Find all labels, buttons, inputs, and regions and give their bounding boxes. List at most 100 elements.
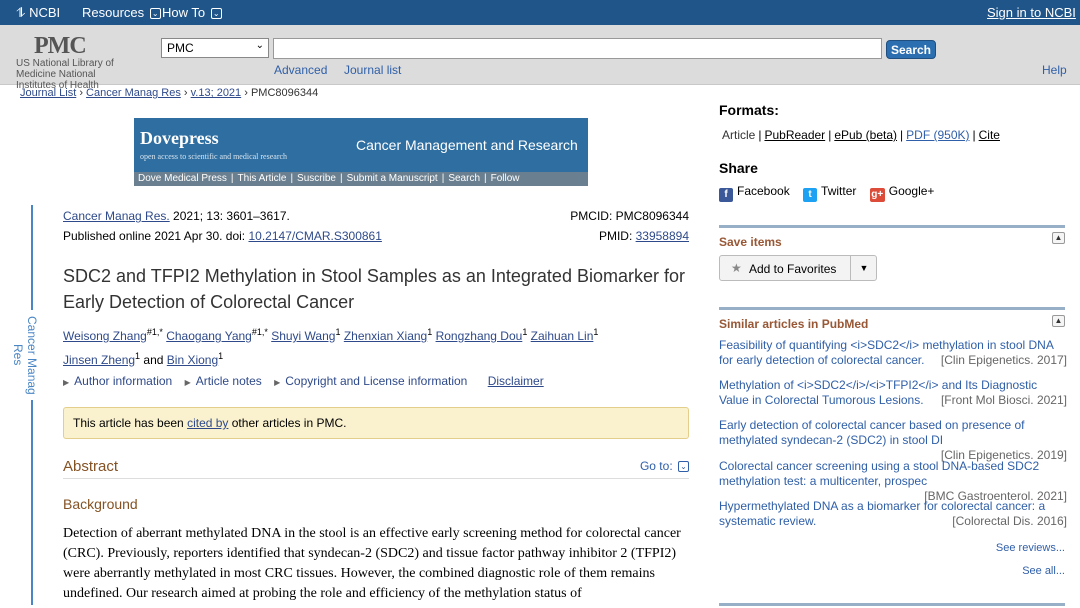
article-info-links: ▶ Author information ▶ Article notes ▶ Copy… bbox=[63, 374, 544, 388]
cited-by-notice: This article has been cited by other art… bbox=[63, 407, 689, 439]
pmid-link[interactable]: 33958894 bbox=[636, 229, 689, 243]
chevron-down-icon: ⌄ bbox=[255, 40, 264, 51]
copyright-toggle[interactable]: Copyright and License information bbox=[285, 374, 467, 388]
ncbi-home-link[interactable]: ⥮ NCBI bbox=[16, 5, 60, 21]
cited-post: other articles in PMC. bbox=[228, 416, 347, 430]
journal-list-link[interactable]: Journal list bbox=[344, 63, 401, 77]
journal-link[interactable]: Cancer Manag Res. bbox=[63, 209, 170, 223]
breadcrumb-pmcid: PMC8096344 bbox=[250, 87, 319, 99]
author-info-toggle[interactable]: Author information bbox=[74, 374, 172, 388]
author-affiliation: 1 bbox=[427, 327, 433, 337]
author-link[interactable]: Weisong Zhang bbox=[63, 329, 147, 343]
help-link[interactable]: Help bbox=[1042, 63, 1067, 77]
doi-link[interactable]: 10.2147/CMAR.S300861 bbox=[248, 229, 381, 243]
breadcrumb-journal[interactable]: Cancer Manag Res bbox=[86, 87, 181, 99]
breadcrumb-journal-list[interactable]: Journal List bbox=[20, 87, 76, 99]
search-button[interactable]: Search bbox=[886, 40, 936, 59]
similar-article[interactable]: Early detection of colorectal cancer bas… bbox=[719, 418, 1067, 463]
share-facebook[interactable]: f Facebook bbox=[719, 184, 790, 202]
collapse-up-icon[interactable]: ▲ bbox=[1052, 315, 1065, 327]
next-panel-rule bbox=[719, 603, 1065, 606]
see-all-link[interactable]: See all... bbox=[1022, 565, 1065, 577]
breadcrumb-volume[interactable]: v.13; 2021 bbox=[191, 87, 242, 99]
background-paragraph: Detection of aberrant methylated DNA in … bbox=[63, 526, 681, 601]
side-rule bbox=[31, 205, 33, 605]
database-select[interactable]: PMC ⌄ bbox=[161, 38, 269, 58]
banner-nav-item[interactable]: Search bbox=[444, 173, 484, 184]
banner-nav-item[interactable]: Follow bbox=[487, 173, 524, 184]
formats-list: Article | PubReader | ePub (beta) | PDF (950K)… bbox=[722, 128, 1000, 142]
author-link[interactable]: Chaogang Yang bbox=[166, 329, 252, 343]
similar-article[interactable]: Feasibility of quantifying <i>SDC2</i> m… bbox=[719, 338, 1067, 368]
author-affiliation: #1,* bbox=[251, 327, 268, 337]
article-ids: PMCID: PMC8096344 PMID: 33958894 bbox=[570, 206, 689, 246]
format-epub[interactable]: ePub (beta) bbox=[834, 128, 897, 142]
collapse-up-icon[interactable]: ▲ bbox=[1052, 232, 1065, 244]
journal-banner[interactable]: Dovepress open access to scientific and … bbox=[134, 118, 588, 186]
banner-nav-item[interactable]: Submit a Manuscript bbox=[343, 173, 442, 184]
add-favorites-label: Add to Favorites bbox=[749, 262, 837, 276]
abstract-heading: Abstract bbox=[63, 458, 119, 475]
author-link[interactable]: Zhenxian Xiang bbox=[344, 329, 427, 343]
author-list: Weisong Zhang#1,* Chaogang Yang#1,* Shuy… bbox=[63, 322, 683, 370]
similar-article[interactable]: Methylation of <i>SDC2</i>/<i>TFPI2</i> … bbox=[719, 378, 1067, 408]
banner-nav-item[interactable]: This Article bbox=[234, 173, 291, 184]
howto-label: How To bbox=[162, 5, 206, 20]
format-pubreader[interactable]: PubReader bbox=[764, 128, 825, 142]
search-input[interactable] bbox=[273, 38, 882, 59]
author-link[interactable]: Zaihuan Lin bbox=[531, 329, 594, 343]
signin-link[interactable]: Sign in to NCBI bbox=[987, 5, 1076, 20]
formats-heading: Formats: bbox=[719, 102, 779, 118]
howto-menu[interactable]: How To ⌄ bbox=[162, 5, 222, 20]
facebook-icon: f bbox=[719, 188, 733, 202]
add-to-favorites-button[interactable]: ★ Add to Favorites ▼ bbox=[719, 255, 877, 281]
author-link[interactable]: Rongzhang Dou bbox=[436, 329, 523, 343]
side-journal-label: Cancer Manag Res bbox=[11, 310, 39, 400]
pmc-header: PMC US National Library of Medicine Nati… bbox=[0, 25, 1080, 91]
cited-pre: This article has been bbox=[73, 416, 188, 430]
similar-article-source: [Clin Epigenetics. 2017] bbox=[940, 353, 1067, 367]
share-google[interactable]: g+ Google+ bbox=[869, 184, 935, 202]
share-twitter[interactable]: t Twitter bbox=[803, 184, 856, 202]
advanced-link[interactable]: Advanced bbox=[274, 63, 327, 77]
disclaimer-link[interactable]: Disclaimer bbox=[488, 374, 544, 388]
save-panel-rule bbox=[719, 225, 1065, 228]
share-google-label: Google+ bbox=[888, 184, 935, 198]
pmcid: PMCID: PMC8096344 bbox=[570, 209, 689, 223]
similar-panel-rule bbox=[719, 307, 1065, 310]
star-icon: ★ bbox=[731, 261, 742, 275]
article-title: SDC2 and TFPI2 Methylation in Stool Samp… bbox=[63, 266, 685, 312]
twitter-icon: t bbox=[803, 188, 818, 202]
pmc-logo[interactable]: PMC bbox=[34, 33, 87, 60]
author-affiliation: 1 bbox=[522, 327, 528, 337]
format-pdf[interactable]: PDF (950K) bbox=[906, 128, 969, 142]
google-plus-icon: g+ bbox=[869, 188, 885, 202]
triangle-right-icon: ▶ bbox=[184, 378, 191, 387]
goto-menu[interactable]: Go to: ⌄ bbox=[640, 459, 689, 473]
published-text: Published online 2021 Apr 30. doi: bbox=[63, 229, 249, 243]
author-affiliation: 1 bbox=[593, 327, 599, 337]
author-link[interactable]: Jinsen Zheng bbox=[63, 353, 135, 367]
similar-article[interactable]: Colorectal cancer screening using a stoo… bbox=[719, 459, 1067, 504]
article-notes-toggle[interactable]: Article notes bbox=[196, 374, 262, 388]
resources-label: Resources bbox=[82, 5, 145, 20]
see-reviews-link[interactable]: See reviews... bbox=[996, 542, 1065, 554]
citation: Cancer Manag Res. 2021; 13: 3601–3617. P… bbox=[63, 206, 382, 246]
resources-menu[interactable]: Resources ⌄ bbox=[82, 5, 161, 20]
banner-nav-item[interactable]: Dove Medical Press bbox=[134, 173, 231, 184]
author-link[interactable]: Shuyi Wang bbox=[271, 329, 335, 343]
ncbi-topbar: ⥮ NCBI Resources ⌄ How To ⌄ Sign in to N… bbox=[0, 0, 1080, 25]
favorites-dropdown-icon[interactable]: ▼ bbox=[850, 256, 877, 280]
pmid-label: PMID: bbox=[598, 229, 636, 243]
cited-by-link[interactable]: cited by bbox=[187, 416, 228, 430]
author-link[interactable]: Bin Xiong bbox=[167, 353, 218, 367]
author-affiliation: 1 bbox=[335, 327, 341, 337]
format-article: Article bbox=[722, 128, 756, 142]
similar-article[interactable]: Hypermethylated DNA as a biomarker for c… bbox=[719, 499, 1067, 529]
similar-articles-heading: Similar articles in PubMed bbox=[719, 317, 869, 331]
database-selected: PMC bbox=[167, 41, 194, 55]
format-cite[interactable]: Cite bbox=[979, 128, 1000, 142]
dovepress-logo: Dovepress bbox=[140, 128, 219, 148]
banner-nav-item[interactable]: Suscribe bbox=[293, 173, 340, 184]
goto-label: Go to: bbox=[639, 459, 673, 473]
